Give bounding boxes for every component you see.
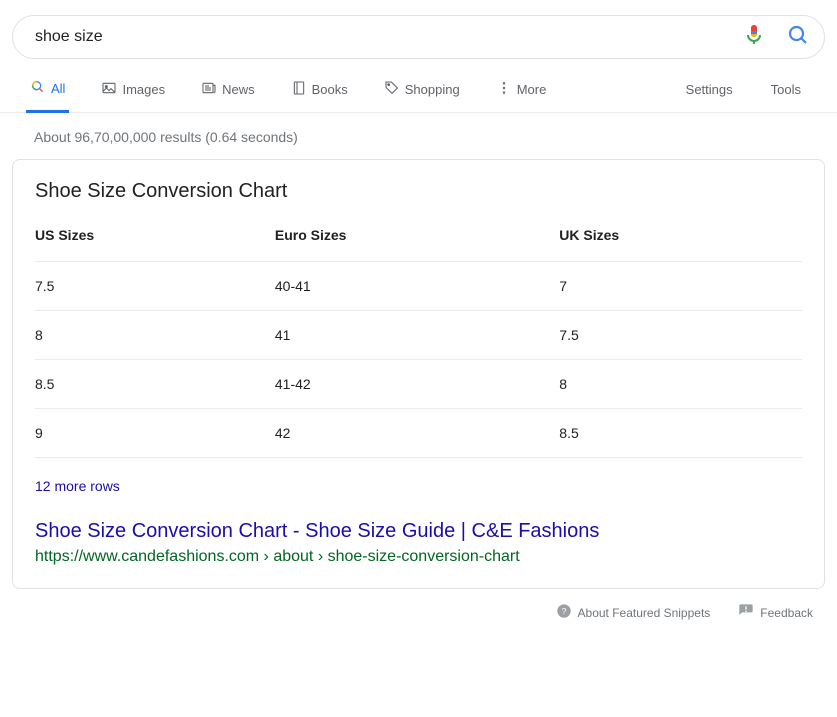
table-cell: 7.5 [35,262,275,311]
table-row: 8 41 7.5 [35,311,802,360]
mic-icon[interactable] [742,23,766,52]
table-cell: 9 [35,409,275,458]
books-icon [291,80,307,99]
tab-label: More [517,82,547,97]
table-cell: 7 [559,262,802,311]
search-icon[interactable] [786,23,810,52]
table-cell: 8.5 [559,409,802,458]
tab-news[interactable]: News [197,70,259,111]
table-cell: 7.5 [559,311,802,360]
table-cell: 40-41 [275,262,559,311]
news-icon [201,80,217,99]
tab-label: Images [122,82,165,97]
feedback-link[interactable]: Feedback [738,603,813,622]
tab-settings[interactable]: Settings [682,72,737,109]
more-icon [496,80,512,99]
conversion-table: US Sizes Euro Sizes UK Sizes 7.5 40-41 7… [35,227,802,458]
tab-shopping[interactable]: Shopping [380,70,464,111]
tab-label: Books [312,82,348,97]
search-icon [30,79,46,98]
table-row: 7.5 40-41 7 [35,262,802,311]
search-input[interactable] [27,28,742,46]
result-title-link[interactable]: Shoe Size Conversion Chart - Shoe Size G… [35,518,802,544]
footer-label: About Featured Snippets [578,606,711,620]
result-url[interactable]: https://www.candefashions.com › about › … [35,548,802,566]
table-cell: 8.5 [35,360,275,409]
tab-tools[interactable]: Tools [767,72,805,109]
table-cell: 8 [559,360,802,409]
featured-snippet-card: Shoe Size Conversion Chart US Sizes Euro… [12,159,825,589]
tab-label: Shopping [405,82,460,97]
tabs-row: All Images News Books Shopping [0,59,837,113]
more-rows-link[interactable]: 12 more rows [35,478,802,494]
column-header: US Sizes [35,227,275,262]
feedback-icon [738,603,754,622]
tab-label: Settings [686,82,733,97]
tab-all[interactable]: All [26,69,69,113]
table-header-row: US Sizes Euro Sizes UK Sizes [35,227,802,262]
search-box[interactable] [12,15,825,59]
table-cell: 42 [275,409,559,458]
column-header: Euro Sizes [275,227,559,262]
images-icon [101,80,117,99]
about-snippets-link[interactable]: ? About Featured Snippets [556,603,711,622]
tab-label: Tools [771,82,801,97]
result-stats: About 96,70,00,000 results (0.64 seconds… [0,113,837,159]
shopping-icon [384,80,400,99]
table-row: 9 42 8.5 [35,409,802,458]
table-cell: 8 [35,311,275,360]
tab-label: News [222,82,255,97]
table-cell: 41-42 [275,360,559,409]
snippet-footer: ? About Featured Snippets Feedback [0,595,837,622]
snippet-title: Shoe Size Conversion Chart [35,180,802,203]
tab-more[interactable]: More [492,70,551,111]
column-header: UK Sizes [559,227,802,262]
table-row: 8.5 41-42 8 [35,360,802,409]
tab-images[interactable]: Images [97,70,169,111]
help-icon: ? [556,603,572,622]
tab-books[interactable]: Books [287,70,352,111]
footer-label: Feedback [760,606,813,620]
table-cell: 41 [275,311,559,360]
tab-label: All [51,81,65,96]
svg-text:?: ? [561,606,566,616]
